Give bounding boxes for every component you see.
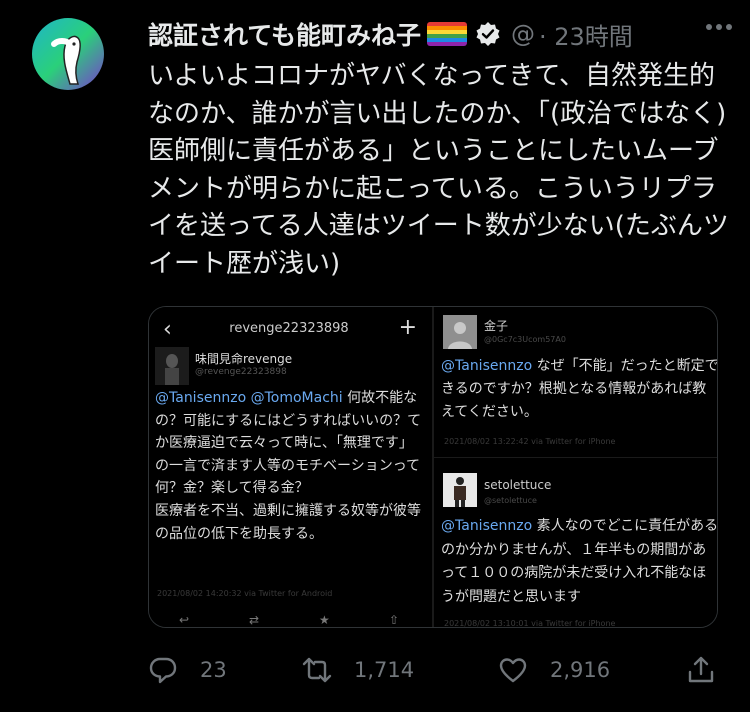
reply-count: 23 [200,658,227,682]
reply2-text: @Tanisennzo 素人なのでどこに責任があるのか分かりませんが、１年半もの… [441,515,717,609]
left-reply-text: @Tanisennzo @TomoMachi 何故不能なの？可能にするにはどうす… [155,387,425,545]
author-handle[interactable]: @ [511,20,535,48]
reply1-name: 金子 [484,319,509,333]
mention-tanisenzo: @Tanisennzo [155,390,247,406]
left-pane-title: revenge22323898 [229,321,349,336]
author-avatar[interactable] [32,18,104,90]
person-figure-icon [443,473,477,507]
reply2-timestamp: 2021/08/02 13:10:01 via Twitter for iPho… [444,619,616,628]
reply1-text: @Tanisennzo なぜ「不能」だったと断定できるのですか？根拠となる情報が… [441,355,717,424]
tweet-header: 認証されても能町みね子 @ · 23時間 [148,14,730,54]
rainbow-flag-icon [427,22,468,46]
left-author-avatar [155,347,189,385]
avatar-illustration-icon [32,18,104,90]
share-icon: ⇧ [389,613,400,627]
left-author-handle: @revenge22323898 [195,367,287,377]
tweet-actions: 23 1,714 2,916 [148,650,718,690]
default-user-icon [443,315,477,349]
reply1-mention: @Tanisennzo [441,358,533,374]
retweet-icon: ⇄ [249,613,260,627]
reply2-handle: @setolettuce [484,496,537,505]
left-reply-body: 何故不能なの？可能にするにはどうすればいいの？てか医療逼迫で云々って時に、「無理… [155,390,422,542]
left-pane-topbar: ‹ revenge22323898 + [149,315,429,345]
left-pane-actions: ↩ ⇄ ★ ⇧ [149,611,429,627]
reply-button[interactable]: 23 [148,650,227,690]
reply2-name: setolettuce [484,478,552,492]
person-photo-icon [155,347,189,385]
like-count: 2,916 [550,658,611,682]
tweet-timestamp[interactable]: · 23時間 [539,17,633,52]
reply1-avatar [443,315,477,349]
reply1-timestamp: 2021/08/02 13:22:42 via Twitter for iPho… [444,437,616,446]
retweet-icon [302,657,332,683]
tweet-body: いよいよコロナがヤバくなってきて、自然発生的なのか、誰かが言い出したのか、「(政… [148,61,729,279]
retweet-button[interactable]: 1,714 [302,650,414,690]
reply1-handle: @0Gc7c3Ucom57A0 [484,335,566,344]
more-icon[interactable] [706,24,732,32]
plus-icon: + [398,315,417,340]
attached-image[interactable]: ‹ revenge22323898 + 味間見命revenge @revenge… [148,306,718,628]
right-screenshot-pane: 金子 @0Gc7c3Ucom57A0 @Tanisennzo なぜ「不能」だった… [432,307,717,627]
mention-tomomachi: @TomoMachi [250,390,343,406]
left-author-name: 味間見命revenge [195,352,293,366]
like-button[interactable]: 2,916 [498,650,610,690]
star-icon: ★ [319,613,330,627]
reply2-mention: @Tanisennzo [441,518,533,534]
reply-divider [434,457,717,458]
retweet-count: 1,714 [354,658,415,682]
left-screenshot-pane: ‹ revenge22323898 + 味間見命revenge @revenge… [149,307,429,627]
verified-badge-icon [476,22,500,46]
share-icon [688,656,714,683]
reply-icon: ↩ [179,613,190,627]
left-reply-timestamp: 2021/08/02 14:20:32 via Twitter for Andr… [157,589,333,598]
share-button[interactable] [686,650,716,690]
reply-icon [149,657,177,684]
reply2-avatar [443,473,477,507]
display-name[interactable]: 認証されても能町みね子 [148,16,421,52]
heart-icon [499,658,527,683]
